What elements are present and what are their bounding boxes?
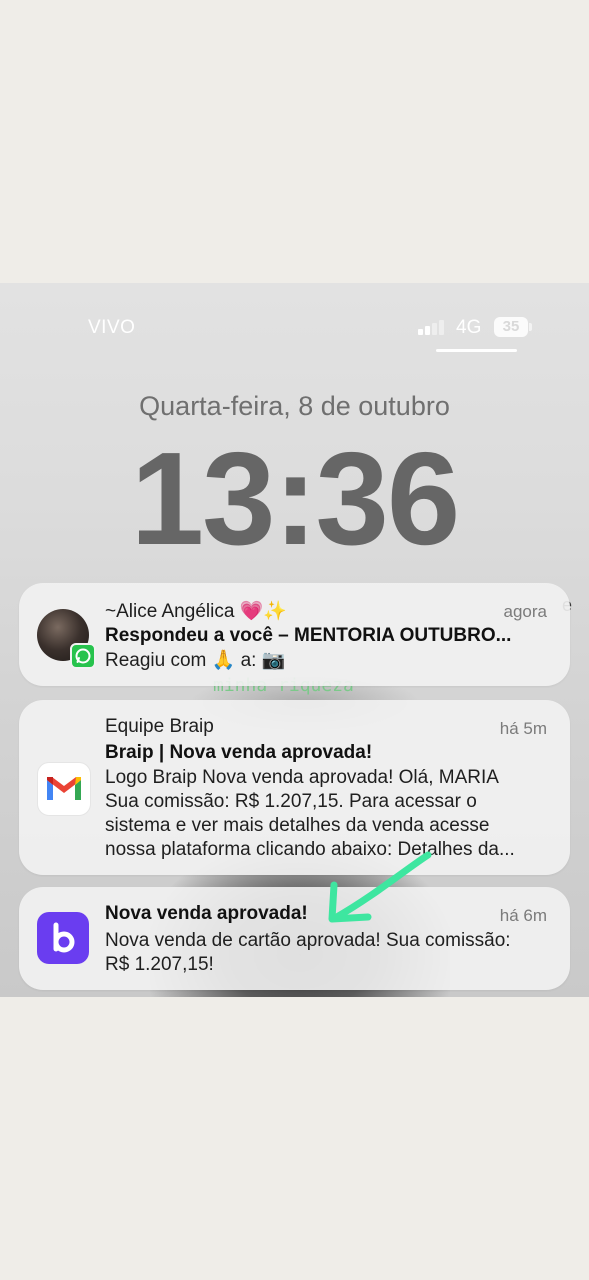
gmail-icon (37, 762, 91, 816)
body-line: R$ 1.207,15! (105, 954, 214, 975)
notification-body: Reagiu com 🙏 a: 📷 (105, 650, 286, 671)
network-type: 4G (456, 317, 482, 338)
notification-sender: ~Alice Angélica 💗✨ (105, 601, 287, 622)
notification-whatsapp[interactable]: ~Alice Angélica 💗✨ agora Respondeu a voc… (19, 583, 570, 686)
battery-icon: 35 (494, 317, 528, 337)
lock-date: Quarta-feira, 8 de outubro (139, 391, 450, 421)
body-line: Sua comissão: R$ 1.207,15. Para acessar … (105, 791, 477, 812)
notification-title: Respondeu a você – MENTORIA OUTUBRO... (105, 625, 512, 646)
notification-time: agora (503, 602, 547, 621)
notification-title: Nova venda aprovada! (105, 903, 308, 924)
signal-icon (418, 319, 448, 335)
notification-braip[interactable]: Nova venda aprovada! há 6m Nova venda de… (19, 887, 570, 990)
lock-screen: VIVO 4G 35 Quarta-feira, 8 de outubro 13… (0, 283, 589, 997)
control-center-indicator[interactable] (436, 349, 517, 352)
notification-time: há 6m (499, 906, 547, 925)
notification-body: Nova venda de cartão aprovada! Sua comis… (105, 929, 555, 977)
body-line: sistema e ver mais detalhes da venda ace… (105, 815, 490, 836)
arrow-annotation-icon (328, 851, 432, 923)
lock-time: 13:36 (130, 425, 461, 572)
status-bar: VIVO 4G 35 (0, 313, 589, 343)
notification-gmail[interactable]: Equipe Braip há 5m Braip | Nova venda ap… (19, 700, 570, 875)
battery-tip (529, 323, 532, 331)
notification-time: há 5m (499, 719, 547, 738)
body-line: Logo Braip Nova venda aprovada! Olá, MAR… (105, 767, 499, 788)
battery-level: 35 (502, 318, 520, 335)
carrier-label: VIVO (88, 317, 136, 338)
whatsapp-icon (70, 643, 96, 669)
notification-sender: Equipe Braip (105, 716, 214, 737)
notification-title: Braip | Nova venda aprovada! (105, 742, 373, 763)
braip-icon (37, 912, 89, 964)
